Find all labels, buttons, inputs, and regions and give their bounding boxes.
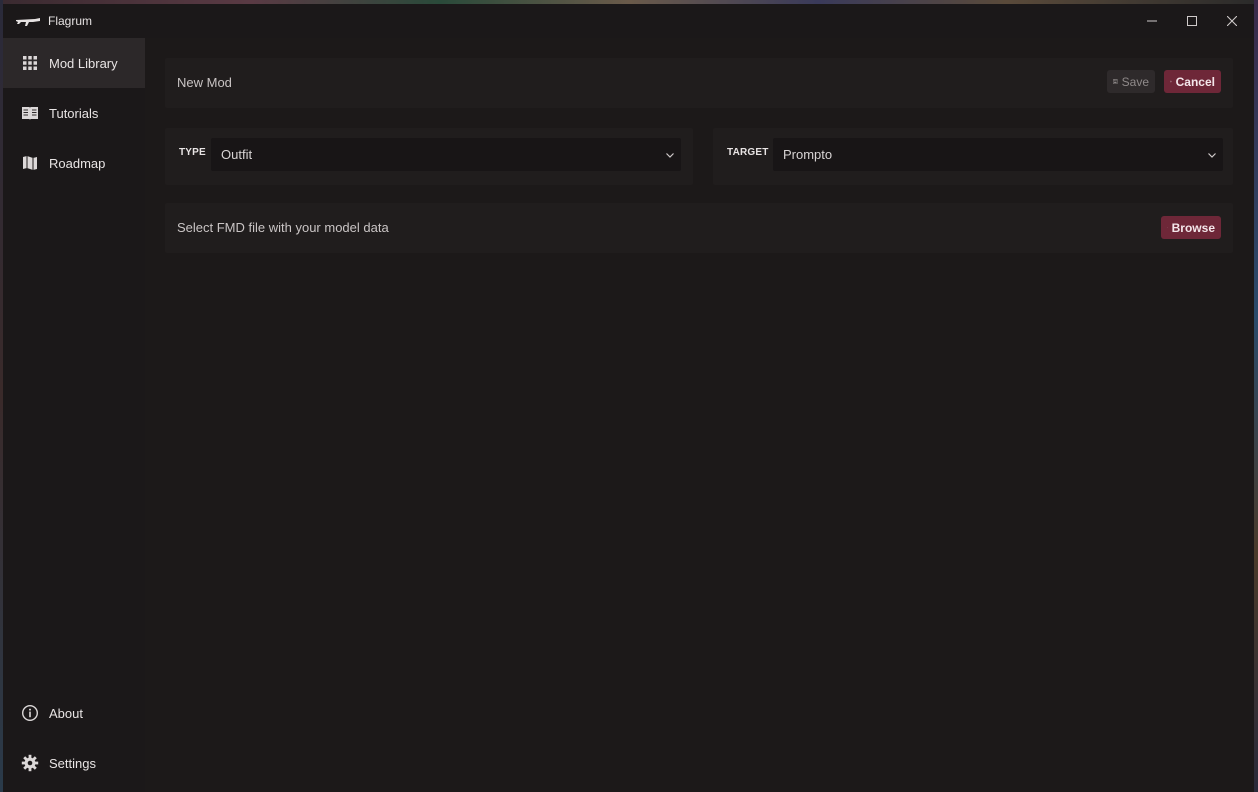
desktop-background-right bbox=[1254, 0, 1258, 792]
target-card: TARGET Prompto bbox=[713, 128, 1233, 185]
minimize-button[interactable] bbox=[1132, 4, 1172, 38]
mod-name-field[interactable]: New Mod bbox=[177, 75, 232, 90]
target-label: TARGET bbox=[727, 147, 769, 158]
sidebar-item-settings[interactable]: Settings bbox=[3, 738, 145, 788]
type-card: TYPE Outfit bbox=[165, 128, 693, 185]
sidebar-item-tutorials[interactable]: Tutorials bbox=[3, 88, 145, 138]
app-title: Flagrum bbox=[48, 14, 92, 28]
chevron-down-icon bbox=[665, 150, 675, 160]
fmd-file-card: Select FMD file with your model data Bro… bbox=[165, 203, 1233, 253]
sidebar-item-label: About bbox=[49, 706, 83, 721]
grid-icon bbox=[21, 54, 39, 72]
app-window: Flagrum Mod Library bbox=[3, 4, 1254, 792]
book-icon bbox=[21, 104, 39, 122]
gear-icon bbox=[21, 754, 39, 772]
save-button[interactable]: Save bbox=[1107, 70, 1155, 93]
cancel-circle-icon bbox=[1170, 76, 1172, 87]
info-icon bbox=[21, 704, 39, 722]
browse-button-label: Browse bbox=[1172, 221, 1215, 235]
maximize-icon bbox=[1187, 16, 1197, 26]
cancel-button[interactable]: Cancel bbox=[1164, 70, 1221, 93]
sidebar-item-roadmap[interactable]: Roadmap bbox=[3, 138, 145, 188]
minimize-icon bbox=[1147, 16, 1157, 26]
sidebar-item-label: Tutorials bbox=[49, 106, 98, 121]
close-icon bbox=[1227, 16, 1237, 26]
mod-header-card: New Mod Save Cancel bbox=[165, 58, 1233, 108]
maximize-button[interactable] bbox=[1172, 4, 1212, 38]
sidebar-item-mod-library[interactable]: Mod Library bbox=[3, 38, 145, 88]
sidebar-item-label: Roadmap bbox=[49, 156, 105, 171]
target-select[interactable]: Prompto bbox=[773, 138, 1223, 171]
map-icon bbox=[21, 154, 39, 172]
save-icon bbox=[1113, 76, 1118, 87]
sidebar: Mod Library Tutorials Roadmap bbox=[3, 38, 145, 792]
flagrum-logo-icon bbox=[15, 14, 41, 28]
type-select[interactable]: Outfit bbox=[211, 138, 681, 171]
close-button[interactable] bbox=[1212, 4, 1252, 38]
cancel-button-label: Cancel bbox=[1176, 75, 1215, 89]
sidebar-item-label: Settings bbox=[49, 756, 96, 771]
sidebar-item-label: Mod Library bbox=[49, 56, 118, 71]
fmd-file-prompt: Select FMD file with your model data bbox=[177, 220, 389, 235]
target-select-value: Prompto bbox=[783, 147, 832, 162]
type-label: TYPE bbox=[179, 147, 206, 158]
chevron-down-icon bbox=[1207, 150, 1217, 160]
browse-button[interactable]: Browse bbox=[1161, 216, 1221, 239]
folder-icon bbox=[1167, 222, 1168, 233]
sidebar-item-about[interactable]: About bbox=[3, 688, 145, 738]
save-button-label: Save bbox=[1122, 75, 1149, 89]
type-select-value: Outfit bbox=[221, 147, 252, 162]
title-bar[interactable]: Flagrum bbox=[3, 4, 1254, 38]
main-content: New Mod Save Cancel TYPE Outfit bbox=[145, 38, 1254, 792]
